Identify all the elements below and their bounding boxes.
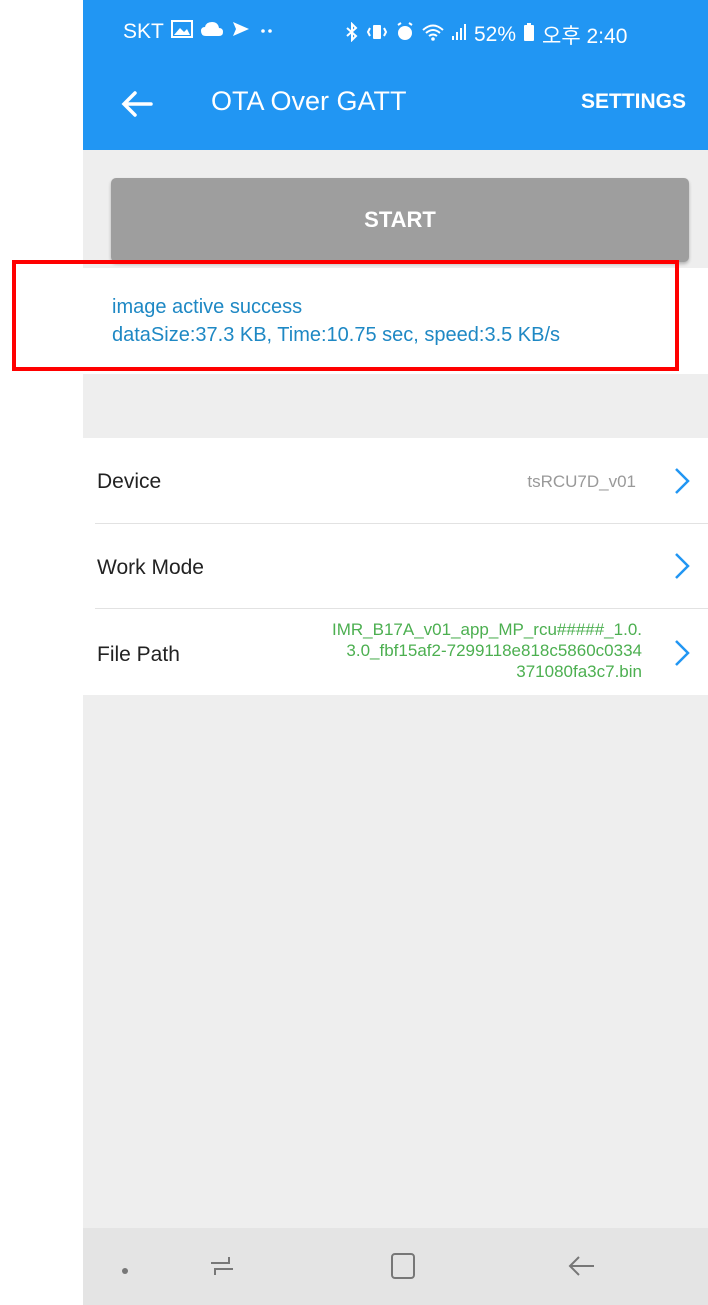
status-bar: SKT 52% 오후 2:40: [83, 0, 708, 62]
wifi-icon: [422, 22, 444, 48]
send-icon: [231, 20, 251, 44]
start-button[interactable]: START: [111, 178, 689, 262]
chevron-right-icon: [673, 638, 691, 668]
more-dots-icon: [258, 20, 280, 44]
chevron-right-icon: [673, 551, 691, 581]
status-bar-right: 52% 오후 2:40: [345, 20, 627, 50]
file-path-line: 371080fa3c7.bin: [516, 662, 642, 681]
vibrate-icon: [366, 22, 388, 48]
bluetooth-icon: [345, 21, 359, 48]
status-message-line: image active success: [112, 296, 303, 318]
cloud-icon: [200, 20, 224, 44]
settings-button[interactable]: SETTINGS: [581, 90, 686, 114]
file-path-label: File Path: [97, 643, 180, 666]
navigation-bar: [83, 1228, 708, 1305]
file-path-line: IMR_B17A_v01_app_MP_rcu#####_1.0.: [332, 620, 642, 639]
status-message-box: image active success dataSize:37.3 KB, T…: [83, 268, 708, 374]
recent-apps-icon[interactable]: [207, 1252, 237, 1285]
list-item-device[interactable]: Device tsRCU7D_v01: [83, 438, 708, 524]
device-label: Device: [97, 470, 162, 493]
signal-icon: [451, 22, 467, 48]
chevron-right-icon: [673, 466, 691, 496]
back-arrow-icon[interactable]: [117, 84, 157, 124]
status-bar-left: SKT: [123, 20, 280, 44]
settings-list: Device tsRCU7D_v01 Work Mode File Path I…: [83, 438, 708, 695]
work-mode-label: Work Mode: [97, 556, 204, 579]
list-item-file-path[interactable]: File Path IMR_B17A_v01_app_MP_rcu#####_1…: [83, 609, 708, 695]
phone-screen: SKT 52% 오후 2:40 OTA Over GATT SETTINGS S…: [83, 0, 708, 1305]
battery-percent: 52%: [474, 23, 517, 46]
nav-back-icon[interactable]: [567, 1251, 597, 1286]
file-path-line: 3.0_fbf15af2-7299118e818c5860c0334: [346, 641, 642, 660]
device-value: tsRCU7D_v01: [527, 472, 636, 491]
page-title: OTA Over GATT: [211, 86, 407, 116]
carrier-label: SKT: [123, 20, 164, 43]
battery-icon: [523, 22, 535, 48]
home-icon[interactable]: [389, 1251, 417, 1286]
clock-time: 오후 2:40: [542, 25, 628, 48]
app-bar: OTA Over GATT SETTINGS: [83, 62, 708, 150]
status-details-line: dataSize:37.3 KB, Time:10.75 sec, speed:…: [112, 324, 561, 346]
file-path-value: IMR_B17A_v01_app_MP_rcu#####_1.0. 3.0_fb…: [332, 619, 642, 682]
gallery-icon: [170, 20, 193, 44]
dot-indicator-icon: [121, 1262, 129, 1280]
list-item-work-mode[interactable]: Work Mode: [83, 524, 708, 609]
alarm-icon: [395, 22, 415, 48]
